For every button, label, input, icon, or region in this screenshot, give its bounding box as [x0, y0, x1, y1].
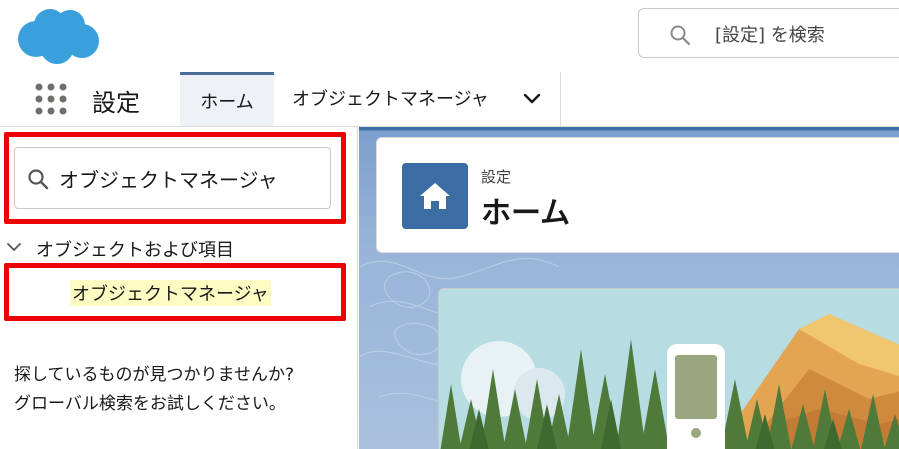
- search-icon: [670, 25, 691, 46]
- search-icon: [28, 169, 49, 190]
- hero-illustration: [438, 288, 899, 449]
- help-text-line-1: 探しているものが見つかりませんか?: [14, 365, 295, 385]
- page-breadcrumb: 設定: [481, 168, 512, 186]
- home-glyph: [420, 183, 450, 209]
- tab-object-manager-label: オブジェクトマネージャ: [292, 89, 489, 110]
- main-content: 設定 ホーム: [359, 127, 899, 449]
- home-icon: [402, 163, 468, 229]
- chevron-down-icon[interactable]: [6, 239, 22, 255]
- global-search-input[interactable]: [設定] を検索: [638, 8, 899, 58]
- quick-find-value: オブジェクトマネージャ: [59, 168, 278, 192]
- page-title: ホーム: [481, 196, 571, 231]
- quick-find-input[interactable]: オブジェクトマネージャ: [14, 147, 331, 209]
- setup-sidebar: オブジェクトマネージャ オブジェクトおよび項目 オブジェクトマネージャ 探してい…: [0, 127, 358, 449]
- mountain-forest-illustration: [439, 289, 899, 449]
- app-name: 設定: [92, 89, 140, 117]
- page-header-card: 設定 ホーム: [376, 137, 899, 253]
- chevron-down-icon[interactable]: [522, 89, 542, 109]
- app-launcher-icon[interactable]: [34, 82, 68, 116]
- tree-section-objects-and-fields[interactable]: オブジェクトおよび項目: [36, 236, 234, 262]
- tree-item-object-manager[interactable]: オブジェクトマネージャ: [70, 280, 271, 306]
- help-text-line-2: グローバル検索をお試しください。: [14, 394, 286, 414]
- nav-bar: 設定 ホーム オブジェクトマネージャ: [0, 72, 899, 127]
- tab-home-label: ホーム: [200, 92, 254, 113]
- salesforce-logo-icon[interactable]: [12, 3, 102, 67]
- search-placeholder: [設定] を検索: [715, 25, 825, 46]
- global-header: [設定] を検索: [0, 0, 899, 73]
- tab-object-manager[interactable]: オブジェクトマネージャ: [274, 72, 561, 126]
- tab-home[interactable]: ホーム: [180, 72, 274, 126]
